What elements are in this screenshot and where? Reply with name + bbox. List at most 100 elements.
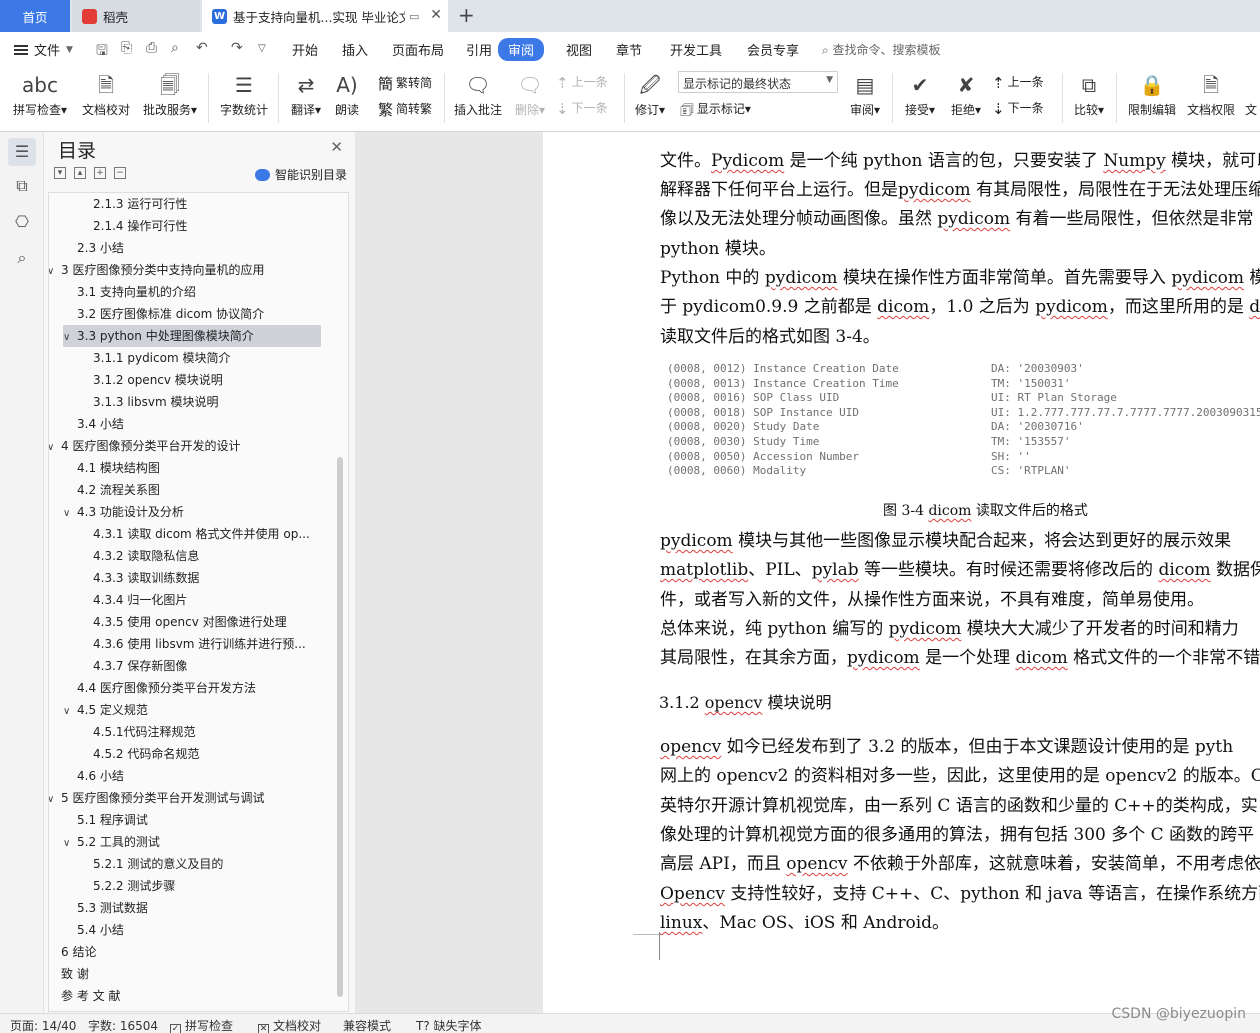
toc-item[interactable]: 4.3.1 读取 dicom 格式文件并使用 op... (93, 523, 348, 545)
chevron-down-icon[interactable]: ∨ (63, 701, 77, 721)
smart-toc-button[interactable]: 智能识别目录 (254, 166, 347, 183)
new-tab-icon[interactable]: + (458, 3, 475, 27)
tab-home[interactable]: 首页 (0, 0, 70, 32)
toc-item[interactable]: 4.4 医疗图像预分类平台开发方法 (77, 677, 343, 699)
menu-tab-8[interactable]: 会员专享 (747, 40, 799, 59)
section-icon[interactable]: ⧉ (8, 172, 36, 200)
quick-access-more-icon[interactable]: ▽ (258, 43, 266, 54)
menu-tab-7[interactable]: 开发工具 (670, 40, 722, 59)
prev-change-button[interactable]: ⇡ 上一条 (992, 73, 1044, 92)
delete-comment-button[interactable]: 🗨 删除▾ (510, 69, 550, 118)
toc-item[interactable]: 5.3 测试数据 (77, 897, 343, 919)
markup-state-select[interactable]: 显示标记的最终状态 ▼ (678, 71, 838, 93)
toc-item[interactable]: 致 谢 (61, 963, 327, 985)
toc-item[interactable]: 4.2 流程关系图 (77, 479, 343, 501)
file-menu[interactable]: 文件 ▼ (14, 40, 73, 59)
toc-item[interactable]: 4.5.2 代码命名规范 (93, 743, 348, 765)
toc-item[interactable]: 4.5.1代码注释规范 (93, 721, 348, 743)
toc-item[interactable]: 4.3.6 使用 libsvm 进行训练并进行预... (93, 633, 348, 655)
next-comment-button[interactable]: ⇣ 下一条 (556, 99, 608, 118)
toc-icon[interactable]: ☰ (8, 138, 36, 166)
expand-all-icon[interactable]: ▾ (54, 167, 66, 179)
menu-tab-5[interactable]: 视图 (566, 40, 592, 59)
toc-item[interactable]: 2.1.4 操作可行性 (93, 215, 348, 237)
toc-item[interactable]: ∨5 医疗图像预分类平台开发测试与调试 (49, 787, 313, 809)
menu-tab-6[interactable]: 章节 (616, 40, 642, 59)
command-search[interactable]: ⌕ 查找命令、搜索模板 (822, 41, 941, 58)
toc-item[interactable]: 3.1.2 opencv 模块说明 (93, 369, 348, 391)
menu-tab-3[interactable]: 引用 (466, 40, 492, 59)
toc-item[interactable]: ∨ 4.5 定义规范 (63, 699, 329, 721)
toc-item[interactable]: 4.3.3 读取训练数据 (93, 567, 348, 589)
toc-item[interactable]: 4.3.2 读取隐私信息 (93, 545, 348, 567)
compat-mode[interactable]: 兼容模式 (343, 1017, 391, 1033)
collapse-all-icon[interactable]: ▴ (74, 167, 86, 179)
trad-to-simp-button[interactable]: 簡繁转简 (378, 73, 432, 94)
undo-icon[interactable]: ↶ (196, 40, 208, 56)
chevron-down-icon[interactable]: ∨ (49, 789, 61, 809)
bookmark-icon[interactable]: ⎔ (8, 208, 36, 236)
print-icon[interactable]: ⎙ (146, 40, 157, 56)
next-change-button[interactable]: ⇣ 下一条 (992, 99, 1044, 118)
chevron-down-icon[interactable]: ∨ (63, 833, 77, 853)
save-icon[interactable]: 🖫 (96, 40, 108, 64)
document-page[interactable]: (0008, 0012) Instance Creation Date DA: '… (543, 132, 1260, 1013)
toc-item[interactable]: ∨3 医疗图像预分类中支持向量机的应用 (49, 259, 313, 281)
toc-item[interactable]: ∨ 3.3 python 中处理图像模块简介 (63, 325, 321, 347)
prev-comment-button[interactable]: ⇡ 上一条 (556, 73, 608, 92)
toc-item[interactable]: 4.3.4 归一化图片 (93, 589, 348, 611)
show-markup-button[interactable]: 🗊 显示标记▾ (680, 100, 751, 125)
translate-button[interactable]: ⇄ 翻译▾ (286, 69, 326, 118)
tab-document[interactable]: W 基于支持向量机...实现 毕业论文 ▭ ✕ (202, 0, 448, 32)
remove-heading-icon[interactable]: − (114, 167, 126, 179)
toc-item[interactable]: 2.1.3 运行可行性 (93, 193, 348, 215)
menu-tab-0[interactable]: 开始 (292, 40, 318, 59)
compare-button[interactable]: ⧉ 比较▾ (1070, 69, 1108, 118)
close-tab-icon[interactable]: ✕ (430, 7, 442, 23)
toc-item[interactable]: ∨ 5.2 工具的测试 (63, 831, 329, 853)
word-count[interactable]: 字数: 16504 (88, 1017, 158, 1033)
insert-comment-button[interactable]: 🗨 插入批注 (452, 69, 504, 118)
tab-docer[interactable]: 稻壳 (72, 0, 200, 32)
toc-item[interactable]: 参 考 文 献 (61, 985, 327, 1007)
toc-item[interactable]: 3.2 医疗图像标准 dicom 协议简介 (77, 303, 343, 325)
close-icon[interactable]: ✕ (330, 138, 343, 156)
toc-item[interactable]: 5.2.1 测试的意义及目的 (93, 853, 348, 875)
reject-button[interactable]: ✘ 拒绝▾ (946, 69, 986, 118)
doc-permission-button[interactable]: 🗎 文档权限 (1184, 69, 1238, 118)
missing-font[interactable]: T? 缺失字体 (416, 1017, 482, 1033)
restrict-edit-button[interactable]: 🔒 限制编辑 (1124, 69, 1180, 118)
page-indicator[interactable]: 页面: 14/40 (10, 1017, 76, 1033)
add-heading-icon[interactable]: + (94, 167, 106, 179)
toc-item[interactable]: 5.4 小结 (77, 919, 343, 941)
toc-item[interactable]: 3.1 支持向量机的介绍 (77, 281, 343, 303)
chevron-down-icon[interactable]: ∨ (49, 261, 61, 281)
toc-item[interactable]: 4.3.7 保存新图像 (93, 655, 348, 677)
chevron-down-icon[interactable]: ∨ (49, 437, 61, 457)
toc-item[interactable]: 3.4 小结 (77, 413, 343, 435)
toc-item[interactable]: 3.1.3 libsvm 模块说明 (93, 391, 348, 413)
print-preview-icon[interactable]: ⌕ (171, 40, 179, 56)
toc-item[interactable]: 5.2.2 测试步骤 (93, 875, 348, 897)
search-icon[interactable]: ⌕ (8, 244, 36, 272)
read-aloud-button[interactable]: A) 朗读 (330, 69, 364, 118)
toc-item[interactable]: 4.1 模块结构图 (77, 457, 343, 479)
toc-item[interactable]: 6 结论 (61, 941, 327, 963)
simp-to-trad-button[interactable]: 繁简转繁 (378, 99, 432, 120)
toc-item[interactable]: 5.1 程序调试 (77, 809, 343, 831)
chevron-down-icon[interactable]: ∨ (63, 503, 77, 523)
window-mode-icon[interactable]: ▭ (409, 10, 419, 23)
toc-item[interactable]: 3.1.1 pydicom 模块简介 (93, 347, 348, 369)
toc-item[interactable]: ∨ 4.3 功能设计及分析 (63, 501, 329, 523)
accept-button[interactable]: ✔ 接受▾ (900, 69, 940, 118)
annotate-service-button[interactable]: 🗐 批改服务▾ (140, 69, 200, 118)
word-count-button[interactable]: ☰ 字数统计 (216, 69, 272, 118)
menu-tab-2[interactable]: 页面布局 (392, 40, 444, 59)
toc-item[interactable]: 2.3 小结 (77, 237, 343, 259)
chevron-down-icon[interactable]: ∨ (63, 327, 77, 347)
status-spell-check[interactable]: ✓ 拼写检查 (170, 1017, 233, 1033)
redo-icon[interactable]: ↷ (231, 40, 243, 56)
menu-tab-4[interactable]: 审阅 (498, 38, 545, 61)
export-icon[interactable]: ⎘ (121, 40, 132, 56)
spell-check-button[interactable]: abc 拼写检查▾ (10, 69, 70, 118)
